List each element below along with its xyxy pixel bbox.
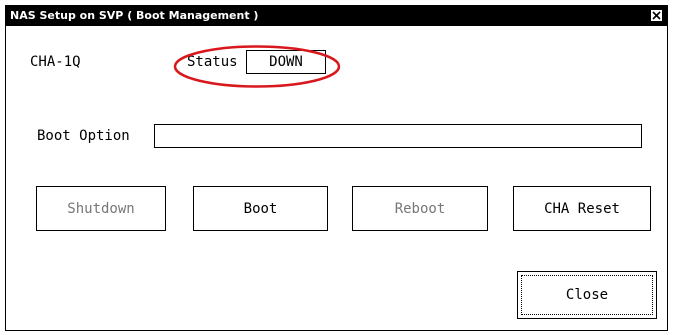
- boot-option-input[interactable]: [154, 124, 642, 148]
- cha-reset-button-label: CHA Reset: [544, 200, 620, 217]
- close-button[interactable]: Close: [517, 271, 657, 319]
- boot-button-label: Boot: [243, 200, 278, 217]
- boot-button[interactable]: Boot: [193, 186, 328, 231]
- close-icon: [652, 11, 661, 20]
- shutdown-button[interactable]: Shutdown: [36, 186, 166, 231]
- window-close-button[interactable]: [650, 9, 663, 22]
- channel-name: CHA-1Q: [30, 54, 81, 70]
- status-label: Status: [187, 54, 238, 70]
- close-button-label: Close: [565, 287, 609, 303]
- boot-management-dialog: NAS Setup on SVP ( Boot Management ) CHA…: [5, 5, 668, 331]
- reboot-button-label: Reboot: [394, 200, 446, 217]
- boot-option-label: Boot Option: [37, 128, 130, 144]
- reboot-button[interactable]: Reboot: [352, 186, 488, 231]
- window-title: NAS Setup on SVP ( Boot Management ): [10, 9, 259, 22]
- status-value: DOWN: [269, 54, 303, 70]
- cha-reset-button[interactable]: CHA Reset: [513, 186, 651, 231]
- status-value-field: DOWN: [246, 50, 326, 74]
- title-bar[interactable]: NAS Setup on SVP ( Boot Management ): [6, 6, 667, 26]
- shutdown-button-label: Shutdown: [67, 200, 135, 217]
